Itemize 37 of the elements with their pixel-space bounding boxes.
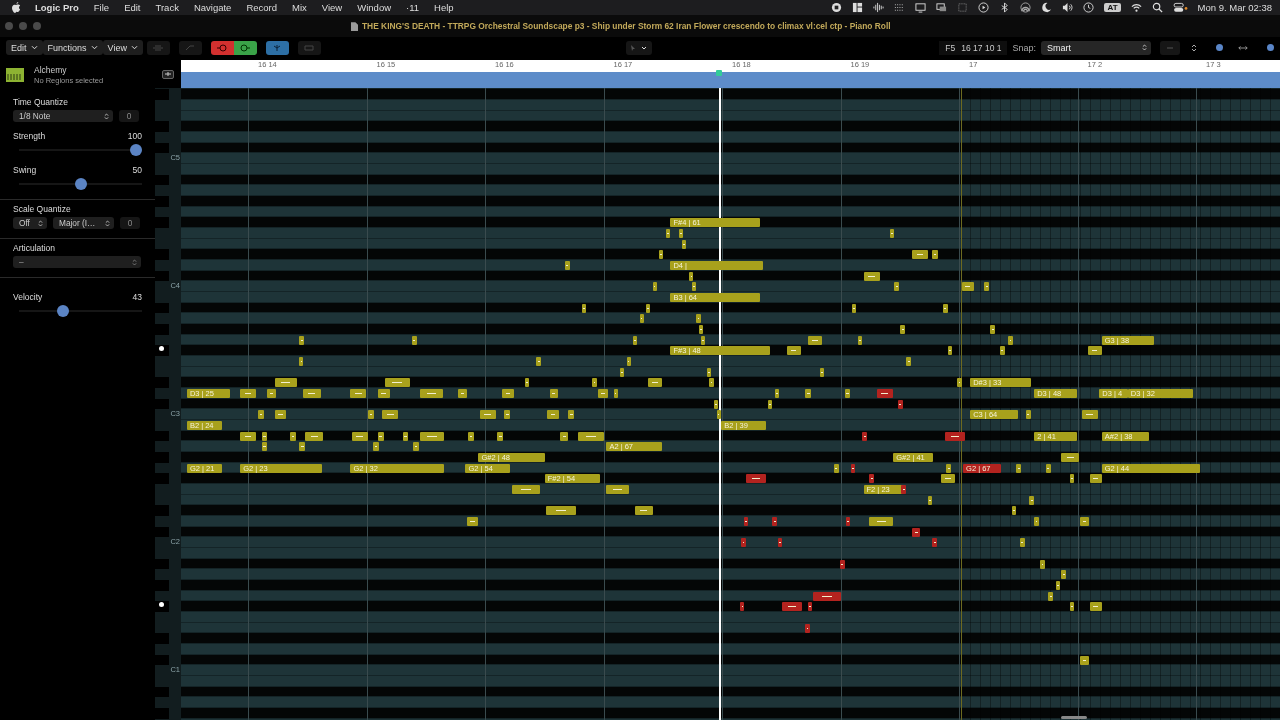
parameter-value: 43 xyxy=(132,292,142,302)
parameter-value: 100 xyxy=(127,131,142,141)
snap-dropdown[interactable]: Smart xyxy=(1041,40,1151,55)
menu-clock[interactable]: Mon 9. Mar 02:38 xyxy=(1197,2,1272,13)
menu-item[interactable]: Help xyxy=(434,2,454,13)
menu-button[interactable]: Functions xyxy=(42,40,103,55)
app-menu[interactable]: Logic Pro xyxy=(35,2,79,13)
section-label: Scale Quantize xyxy=(13,204,72,214)
parameter-label: Velocity xyxy=(13,292,43,302)
menu-item[interactable]: File xyxy=(93,2,110,13)
parameter-value: 50 xyxy=(132,165,142,175)
menu-item[interactable]: Record xyxy=(246,2,278,13)
locator-value: 16 17 10 1 xyxy=(961,42,1002,53)
articulation-dropdown[interactable]: – xyxy=(13,256,141,268)
menu-item[interactable]: View xyxy=(321,2,343,13)
menu-item[interactable]: Navigate xyxy=(193,2,232,13)
menu-button[interactable]: View xyxy=(102,40,143,55)
instrument-name: Alchemy xyxy=(34,65,68,75)
menu-button[interactable]: Edit xyxy=(6,40,43,55)
position-value: F5 xyxy=(945,42,956,53)
section-label: Time Quantize xyxy=(13,97,69,107)
menu-item[interactable]: Window xyxy=(357,2,392,13)
input-source-badge[interactable]: AT xyxy=(1104,3,1121,12)
window-title: THE KING'S DEATH - TTRPG Orchestral Soundscape p3 - Ship under Storm 62 Iran Flower crescendo to climax vl:cel ctp - Piano Roll xyxy=(362,21,891,31)
parameter-label: Strength xyxy=(13,131,46,141)
quantize-button[interactable]: 0 xyxy=(120,217,140,229)
menu-item[interactable]: Mix xyxy=(292,2,307,13)
quantize-button[interactable]: 0 xyxy=(119,110,139,122)
menu-item[interactable]: Track xyxy=(155,2,179,13)
scale-mode-dropdown[interactable]: Off xyxy=(13,217,47,229)
menu-item[interactable]: ·11 xyxy=(406,2,420,13)
quantize-dropdown[interactable]: 1/8 Note xyxy=(13,110,113,122)
section-label: Articulation xyxy=(13,243,57,253)
snap-label: Snap: xyxy=(1012,42,1036,53)
menu-item[interactable]: Edit xyxy=(124,2,141,13)
parameter-label: Swing xyxy=(13,165,37,175)
scale-dropdown[interactable]: Major (I… xyxy=(53,217,114,229)
